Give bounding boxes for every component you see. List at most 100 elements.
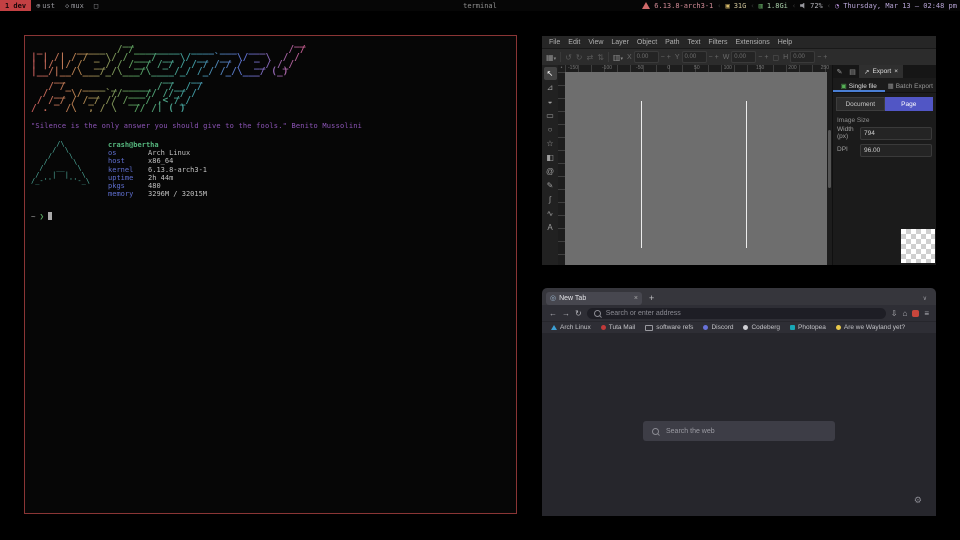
menu-edit[interactable]: Edit <box>564 39 584 46</box>
bookmark-arch-linux[interactable]: Arch Linux <box>551 324 591 331</box>
rotate-ccw-icon[interactable]: ↺ <box>565 53 572 62</box>
menu-filters[interactable]: Filters <box>704 39 731 46</box>
new-tab-button[interactable]: + <box>649 293 654 303</box>
single-file-tab[interactable]: ▣ Single file <box>833 80 885 92</box>
text-tool[interactable]: A <box>544 221 557 234</box>
workspace-tag-mux[interactable]: ◇ mux <box>60 0 89 11</box>
reload-button[interactable]: ↻ <box>575 309 582 318</box>
globe-icon: ◎ <box>550 294 556 302</box>
canvas[interactable] <box>565 72 827 265</box>
plus-button[interactable]: + <box>667 54 671 61</box>
width-input[interactable]: 794 <box>860 127 932 140</box>
adblock-extension-icon[interactable] <box>912 310 919 317</box>
bookmark-tuta-mail[interactable]: Tuta Mail <box>601 324 636 331</box>
workspace-tag-ust[interactable]: ⊕ ust <box>31 0 60 11</box>
status-modules: 6.13.8-arch3-1 ‹ ▣ 31G ‹ ▥ 1.8Gi ‹ 72% ‹… <box>642 2 960 10</box>
minus-button[interactable]: − <box>709 54 713 61</box>
fetch-label: kernel <box>108 166 148 174</box>
rectangle-tool[interactable]: ▭ <box>544 109 557 122</box>
bookmark-are-we-wayland-yet[interactable]: Are we Wayland yet? <box>836 324 905 331</box>
align-dropdown-icon[interactable]: ▥▾ <box>613 53 623 62</box>
close-tab-icon[interactable]: × <box>634 295 638 302</box>
field-value[interactable]: 0.00 <box>682 51 707 63</box>
field-value[interactable]: 0.00 <box>790 51 815 63</box>
plus-button[interactable]: + <box>715 54 719 61</box>
field-value[interactable]: 0.00 <box>731 51 756 63</box>
selector-tool[interactable]: ↖ <box>544 67 557 80</box>
active-tab[interactable]: ◎ New Tab × <box>546 292 642 305</box>
export-area-buttons: Document Page <box>836 97 933 111</box>
workspace-tag-dev[interactable]: 1 dev <box>0 0 31 11</box>
star-tool[interactable]: ☆ <box>544 137 557 150</box>
browser-window[interactable]: ◎ New Tab × + ∨ ← → ↻ Search or enter ad… <box>542 288 936 515</box>
page-button[interactable]: Page <box>885 97 934 111</box>
inkscape-window[interactable]: File Edit View Layer Object Path Text Fi… <box>542 36 936 264</box>
tool-options-bar: ▦▾ ↺ ↻ ⇄ ⇅ ▥▾ X 0.00 −+ Y 0.00 −+ W 0.00… <box>542 48 936 65</box>
downloads-button[interactable]: ⇩ <box>891 309 898 318</box>
layers-dialog-icon[interactable]: ▤ <box>846 68 859 76</box>
menu-button[interactable]: ≡ <box>924 309 929 318</box>
x-coordinate-field[interactable]: X 0.00 −+ <box>627 51 671 63</box>
shape-builder-tool[interactable]: ◒ <box>544 95 557 108</box>
pen-tool[interactable]: ∫ <box>544 193 557 206</box>
scrollbar-thumb[interactable] <box>828 130 831 188</box>
export-dialog-tab[interactable]: ↗ Export × <box>859 65 903 78</box>
home-button[interactable]: ⌂ <box>902 309 907 318</box>
field-value[interactable]: 0.00 <box>634 51 659 63</box>
web-search-box[interactable]: Search the web <box>643 421 835 441</box>
workspace-tag-empty[interactable]: □ <box>89 0 103 11</box>
menu-layer[interactable]: Layer <box>607 39 633 46</box>
node-tool[interactable]: ⊿ <box>544 81 557 94</box>
url-bar[interactable]: Search or enter address <box>587 308 886 319</box>
dpi-input[interactable]: 96.00 <box>860 144 932 157</box>
ruler-tick: 0 <box>667 65 670 72</box>
navigation-bar: ← → ↻ Search or enter address ⇩ ⌂ ≡ <box>542 305 936 322</box>
terminal-window[interactable]: __ __ _ _____ / /________ ____ ___ ___ /… <box>24 35 517 514</box>
shell-prompt[interactable]: ~ ❯ <box>31 212 510 221</box>
menu-view[interactable]: View <box>584 39 607 46</box>
batch-export-tab[interactable]: ▦ Batch Export <box>885 80 937 92</box>
flip-vertical-icon[interactable]: ⇅ <box>597 53 604 62</box>
document-button[interactable]: Document <box>836 97 885 111</box>
minus-button[interactable]: − <box>817 54 821 61</box>
calligraphy-tool[interactable]: ∿ <box>544 207 557 220</box>
page-edge-right[interactable] <box>746 101 747 248</box>
fetch-row: uptime2h 44m <box>108 174 207 182</box>
height-field[interactable]: H 0.00 −+ <box>783 51 827 63</box>
page-edge-left[interactable] <box>641 101 642 248</box>
bookmark-codeberg[interactable]: Codeberg <box>743 324 780 331</box>
bookmark-photopea[interactable]: Photopea <box>790 324 826 331</box>
fetch-row: pkgs480 <box>108 182 207 190</box>
horizontal-ruler: -150 -100 -50 0 50 100 150 200 250 <box>565 65 832 72</box>
spiral-tool[interactable]: @ <box>544 165 557 178</box>
plus-button[interactable]: + <box>764 54 768 61</box>
y-coordinate-field[interactable]: Y 0.00 −+ <box>675 51 719 63</box>
width-field[interactable]: W 0.00 −+ <box>723 51 769 63</box>
menu-path[interactable]: Path <box>661 39 683 46</box>
rotate-cw-icon[interactable]: ↻ <box>576 53 583 62</box>
box3d-tool[interactable]: ◧ <box>544 151 557 164</box>
menu-help[interactable]: Help <box>774 39 796 46</box>
page-settings-gear-icon[interactable]: ⚙ <box>914 495 922 506</box>
selection-mode-icon[interactable]: ▦▾ <box>546 53 556 62</box>
kernel-version: 6.13.8-arch3-1 <box>654 2 713 10</box>
ellipse-tool[interactable]: ○ <box>544 123 557 136</box>
bookmark-discord[interactable]: Discord <box>703 324 733 331</box>
menu-object[interactable]: Object <box>633 39 661 46</box>
minus-button[interactable]: − <box>661 54 665 61</box>
pencil-dialog-icon[interactable]: ✎ <box>833 68 846 76</box>
tab-list-chevron-icon[interactable]: ∨ <box>923 295 927 302</box>
pencil-tool[interactable]: ✎ <box>544 179 557 192</box>
bookmark-folder-software-refs[interactable]: software refs <box>645 324 693 331</box>
menu-file[interactable]: File <box>545 39 564 46</box>
lock-ratio-icon[interactable]: ◻ <box>772 53 779 62</box>
back-button[interactable]: ← <box>549 309 557 318</box>
menu-extensions[interactable]: Extensions <box>731 39 773 46</box>
minus-button[interactable]: − <box>758 54 762 61</box>
forward-button[interactable]: → <box>562 309 570 318</box>
flip-horizontal-icon[interactable]: ⇄ <box>586 53 593 62</box>
close-icon[interactable]: × <box>894 68 898 75</box>
fetch-label: pkgs <box>108 182 148 190</box>
menu-text[interactable]: Text <box>684 39 705 46</box>
plus-button[interactable]: + <box>823 54 827 61</box>
